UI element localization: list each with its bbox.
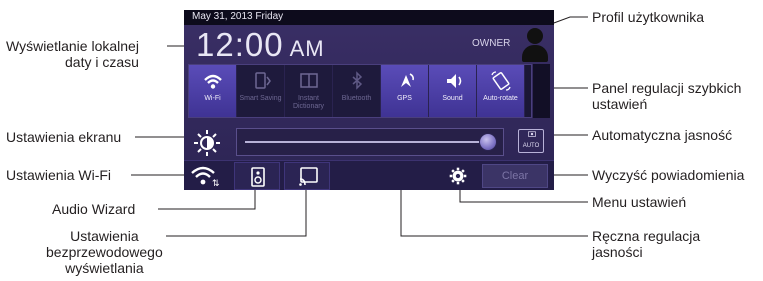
gps-icon (401, 73, 414, 87)
brightness-thumb[interactable] (479, 133, 497, 151)
wifi-settings-icon[interactable]: ⇅ (190, 164, 224, 188)
wireless-display-icon (299, 167, 318, 186)
callout-wifi-settings: Ustawienia Wi-Fi (6, 167, 112, 183)
callout-clear-notifications: Wyczyść powiadomienia (592, 167, 745, 183)
callout-manual-brightness: Ręczna regulacja jasności (592, 228, 701, 260)
tile-label: Smart Saving (239, 95, 282, 102)
quick-settings-screen: May 31, 2013 Friday 12:00 AM OWNER Wi-Fi … (184, 10, 554, 190)
tile-label: Auto-rotate (483, 95, 518, 102)
auto-brightness-icon (528, 131, 536, 137)
brightness-slider[interactable] (236, 128, 504, 156)
audio-wizard-icon (251, 167, 265, 187)
svg-text:⇅: ⇅ (212, 179, 220, 188)
bluetooth-icon (352, 71, 363, 90)
tile-smart-saving[interactable]: Smart Saving (237, 65, 285, 117)
wifi-icon (204, 74, 222, 89)
tile-label: GPS (397, 95, 412, 102)
tile-sound[interactable]: Sound (429, 65, 477, 117)
callout-auto-brightness: Automatyczna jasność (592, 127, 733, 143)
callout-quick-panel: Panel regulacji szybkich ustawień (592, 80, 742, 112)
tile-label: Bluetooth (341, 95, 372, 102)
quick-settings-scroll[interactable] (533, 64, 550, 118)
tile-label: Wi-Fi (204, 95, 221, 102)
callout-wireless-display: Ustawienia bezprzewodowego wyświetlania (46, 228, 163, 276)
smart-saving-icon (255, 72, 271, 89)
audio-wizard-button[interactable] (234, 162, 280, 190)
auto-brightness-button[interactable]: AUTO (518, 129, 544, 153)
tile-label: Sound (442, 95, 463, 102)
callout-settings-menu: Menu ustawień (592, 194, 687, 210)
owner-label: OWNER (472, 38, 511, 49)
user-profile-avatar[interactable] (522, 28, 548, 62)
callout-datetime: Wyświetlanie lokalnej daty i czasu (6, 38, 139, 70)
status-date: May 31, 2013 Friday (192, 11, 284, 22)
dictionary-icon (300, 73, 318, 88)
callout-screen-settings: Ustawienia ekranu (6, 129, 122, 145)
tile-instant-dictionary[interactable]: Instant Dictionary (285, 65, 333, 117)
callout-audio-wizard: Audio Wizard (52, 201, 136, 217)
avatar-body (522, 45, 548, 62)
clear-notifications-button[interactable]: Clear (482, 164, 548, 188)
auto-brightness-label: AUTO (522, 143, 540, 149)
tile-bluetooth[interactable]: Bluetooth (333, 65, 381, 117)
quick-settings-panel: Wi-Fi Smart Saving Instant Dictionary Bl… (188, 64, 532, 118)
clock-display: 12:00 AM (196, 26, 325, 64)
auto-rotate-icon (491, 71, 511, 91)
tile-gps[interactable]: GPS (381, 65, 429, 117)
settings-gear-icon[interactable] (446, 166, 470, 186)
sound-icon (447, 74, 462, 88)
brightness-icon[interactable] (192, 128, 222, 158)
connector-wireless-display (166, 186, 307, 237)
brightness-track (245, 141, 481, 143)
clock-ampm: AM (289, 36, 325, 61)
status-bar: May 31, 2013 Friday (184, 10, 554, 25)
wireless-display-button[interactable] (284, 162, 330, 190)
tile-auto-rotate[interactable]: Auto-rotate (477, 65, 525, 117)
tile-wifi[interactable]: Wi-Fi (189, 65, 237, 117)
callout-profile: Profil użytkownika (592, 9, 705, 25)
avatar-head (527, 28, 543, 44)
tile-label: Instant Dictionary (292, 95, 325, 110)
clock-time: 12:00 (196, 26, 284, 63)
